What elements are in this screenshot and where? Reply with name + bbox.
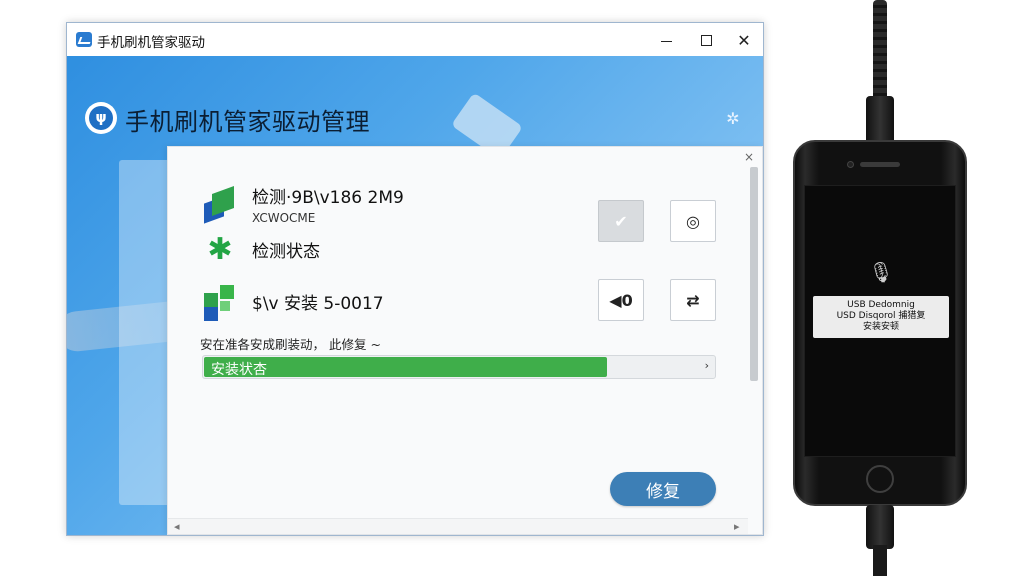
volume-button[interactable]: ◀0 (598, 279, 644, 321)
phone-speaker (860, 162, 900, 167)
maximize-button[interactable] (689, 27, 723, 53)
app-small-icon (76, 32, 92, 47)
vertical-scrollbar[interactable] (748, 167, 760, 507)
minimize-icon (660, 40, 672, 42)
scroll-left-icon[interactable]: ◂ (174, 520, 180, 533)
minimize-button[interactable] (649, 27, 683, 53)
install-icon (202, 283, 238, 321)
smartphone: 🎙 USB Dedomnig USD Disqorol 捕猎复 安装安顿 (793, 140, 967, 506)
circle-action-button[interactable]: ◎ (670, 200, 716, 242)
scroll-right-icon[interactable]: ▸ (734, 520, 740, 533)
usb-connector (866, 505, 894, 549)
install-title: $\v 安装 5-0017 (252, 293, 384, 314)
app-window: 手机刷机管家驱动 ✕ ψ 手机刷机管家驱动管理 ✲ × 检测·9B\v186 2… (66, 22, 764, 536)
horizontal-scrollbar[interactable]: ◂ ▸ (168, 518, 748, 534)
app-client-area: ψ 手机刷机管家驱动管理 ✲ × 检测·9B\v186 2M9 XCWOCME … (67, 56, 763, 535)
panel-close-icon[interactable]: × (744, 150, 754, 164)
close-button[interactable]: ✕ (727, 27, 761, 53)
usb-debug-icon: 🎙 (868, 260, 894, 284)
transfer-button[interactable]: ⇄ (670, 279, 716, 321)
app-logo: ψ (85, 102, 117, 134)
driver-panel: × 检测·9B\v186 2M9 XCWOCME ✔ ◎ ✱ 检测状态 $\v … (167, 146, 763, 535)
status-row: ✱ 检测状态 (202, 231, 320, 267)
front-camera (847, 161, 854, 168)
settings-icon[interactable]: ✲ (723, 108, 743, 128)
progress-caption: 安在准各安成刷装动， 此修复 ~ (200, 337, 381, 352)
dialog-line: 安装安顿 (862, 322, 899, 332)
usb-debugging-dialog: USB Dedomnig USD Disqorol 捕猎复 安装安顿 (813, 296, 949, 338)
usb-cable (873, 545, 887, 576)
progress-label: 安装状杏 (211, 362, 267, 378)
window-title: 手机刷机管家驱动 (97, 35, 205, 51)
usb-logo-icon: ψ (89, 106, 113, 130)
app-header-title: 手机刷机管家驱动管理 (125, 108, 370, 136)
dialog-line: USD Disqorol 捕猎复 (836, 311, 926, 321)
install-row: $\v 安装 5-0017 (202, 283, 384, 321)
detect-row: 检测·9B\v186 2M9 XCWOCME (202, 183, 404, 225)
chevron-right-icon[interactable]: › (705, 359, 709, 372)
repair-button[interactable]: 修复 (610, 472, 716, 506)
progress-fill: 安装状杏 (204, 357, 607, 378)
status-icon: ✱ (207, 231, 233, 267)
title-bar[interactable]: 手机刷机管家驱动 ✕ (67, 23, 763, 56)
phone-screen: 🎙 USB Dedomnig USD Disqorol 捕猎复 安装安顿 (804, 185, 956, 457)
home-button (866, 465, 894, 493)
install-progress-bar: 安装状杏 › (202, 355, 716, 379)
detect-subtitle: XCWOCME (252, 211, 316, 225)
detect-title: 检测·9B\v186 2M9 (252, 188, 404, 208)
status-title: 检测状态 (252, 241, 320, 262)
usb-cable (873, 0, 887, 105)
confirm-button[interactable]: ✔ (598, 200, 644, 242)
detect-icon (202, 186, 238, 222)
usb-connector (866, 96, 894, 146)
maximize-icon (700, 34, 712, 46)
dialog-line: USB Dedomnig (847, 300, 915, 310)
scrollbar-thumb[interactable] (750, 167, 758, 381)
